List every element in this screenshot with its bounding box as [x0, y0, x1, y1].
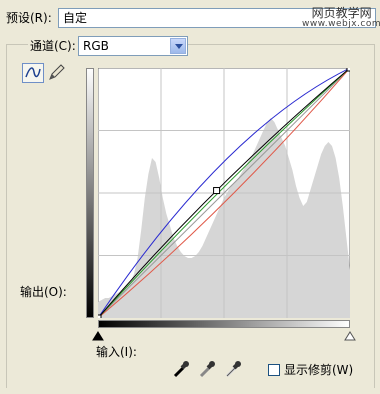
white-point-slider[interactable] — [344, 331, 356, 341]
watermark: 网页教学网 www.webjx.com — [302, 6, 380, 30]
watermark-url: www.webjx.com — [302, 19, 380, 29]
curve-tool-button[interactable] — [22, 63, 44, 83]
output-label: 输出(O): — [20, 285, 67, 299]
group-left-border — [6, 44, 7, 388]
input-gradient-bar — [98, 320, 350, 328]
curve-icon — [25, 67, 41, 78]
control-point — [98, 314, 102, 318]
black-eyedropper-icon[interactable] — [172, 360, 190, 378]
channel-select[interactable]: RGB — [78, 36, 188, 56]
channel-label: 通道(C): — [28, 38, 78, 54]
channel-value: RGB — [83, 39, 109, 53]
gray-eyedropper-icon[interactable] — [198, 360, 216, 378]
pencil-tool-button[interactable] — [46, 63, 68, 83]
watermark-title: 网页教学网 — [311, 6, 372, 20]
chevron-down-icon[interactable] — [170, 38, 186, 54]
show-clipping-checkbox[interactable] — [268, 364, 280, 376]
black-point-slider[interactable] — [92, 331, 104, 341]
output-gradient-bar — [86, 68, 94, 318]
input-label: 输入(I): — [96, 345, 137, 359]
pencil-icon — [49, 64, 65, 80]
show-clipping-label[interactable]: 显示修剪(W) — [284, 362, 353, 378]
control-point — [213, 187, 221, 195]
preset-value: 自定 — [63, 11, 88, 25]
preset-label: 预设(R): — [6, 11, 52, 25]
group-right-border — [374, 44, 375, 388]
curves-graph[interactable] — [98, 68, 350, 318]
control-point — [346, 68, 350, 72]
white-eyedropper-icon[interactable] — [224, 360, 242, 378]
